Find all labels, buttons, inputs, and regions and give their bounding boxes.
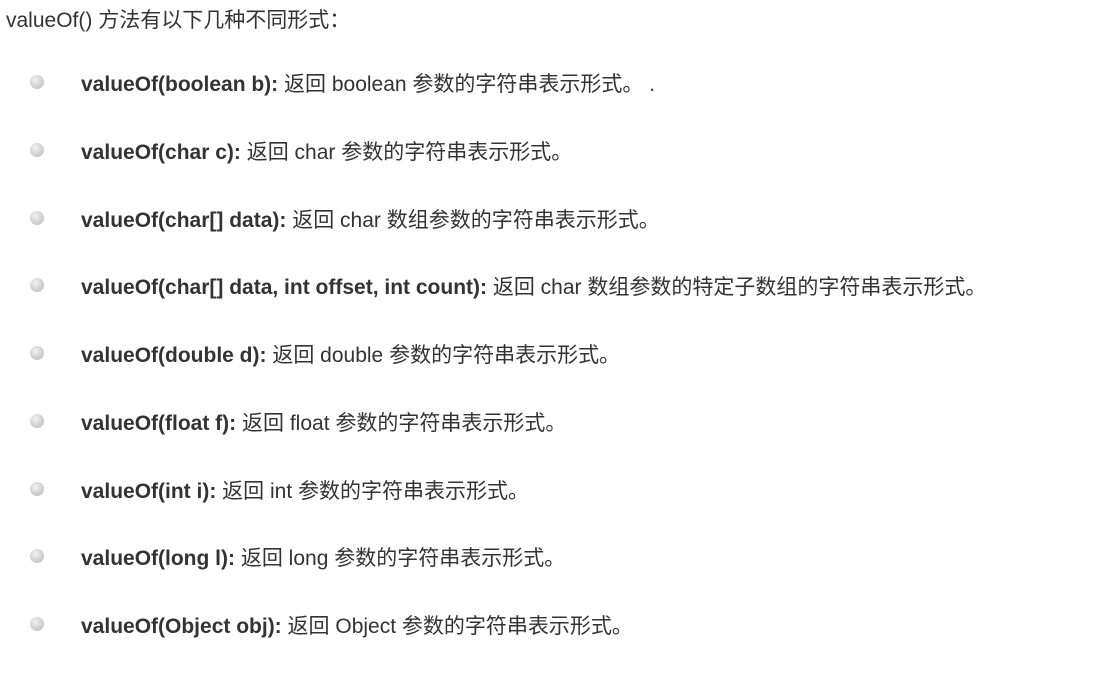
list-item-text: valueOf(double d): 返回 double 参数的字符串表示形式。 [81, 341, 620, 371]
bullet-icon [30, 413, 44, 428]
method-description: 返回 char 数组参数的字符串表示形式。 [286, 208, 660, 232]
method-description: 返回 double 参数的字符串表示形式。 [266, 344, 621, 367]
method-signature: valueOf(int i): [81, 479, 217, 503]
list-item-text: valueOf(char[] data): 返回 char 数组参数的字符串表示… [81, 206, 660, 236]
intro-text: valueOf() 方法有以下几种不同形式： [6, 9, 351, 32]
list-item-text: valueOf(Object obj): 返回 Object 参数的字符串表示形… [81, 612, 633, 642]
method-signature: valueOf(boolean b): [81, 73, 279, 96]
list-item-text: valueOf(float f): 返回 float 参数的字符串表示形式。 [81, 409, 566, 439]
bullet-icon [30, 346, 44, 360]
list-item-text: valueOf(boolean b): 返回 boolean 参数的字符串表示形… [81, 70, 655, 100]
bullet-icon [30, 75, 44, 89]
list-item-text: valueOf(char c): 返回 char 参数的字符串表示形式。 [81, 138, 572, 168]
method-signature: valueOf(Object obj): [81, 615, 282, 638]
bullet-icon [30, 142, 44, 157]
method-signature: valueOf(long l): [81, 547, 235, 571]
list-item-text: valueOf(char[] data, int offset, int cou… [81, 273, 986, 303]
method-signature: valueOf(float f): [81, 411, 237, 435]
bullet-icon [30, 617, 44, 631]
list-item-text: valueOf(long l): 返回 long 参数的字符串表示形式。 [81, 544, 565, 574]
bullet-icon [30, 549, 44, 564]
method-signature: valueOf(char c): [81, 140, 241, 164]
method-description: 返回 long 参数的字符串表示形式。 [235, 547, 566, 571]
method-signature: valueOf(char[] data, int offset, int cou… [81, 276, 488, 300]
bullet-icon [30, 278, 44, 293]
list-item-text: valueOf(int i): 返回 int 参数的字符串表示形式。 [81, 477, 529, 507]
bullet-icon [30, 481, 44, 496]
method-description: 返回 int 参数的字符串表示形式。 [216, 479, 530, 503]
method-description: 返回 boolean 参数的字符串表示形式。 . [278, 73, 656, 96]
method-description: 返回 char 数组参数的特定子数组的字符串表示形式。 [487, 276, 987, 300]
method-description: 返回 Object 参数的字符串表示形式。 [281, 615, 633, 638]
method-signature: valueOf(char[] data): [81, 208, 287, 232]
method-description: 返回 float 参数的字符串表示形式。 [236, 411, 567, 435]
bullet-icon [30, 210, 44, 225]
method-description: 返回 char 参数的字符串表示形式。 [240, 140, 573, 164]
method-signature: valueOf(double d): [81, 344, 267, 367]
